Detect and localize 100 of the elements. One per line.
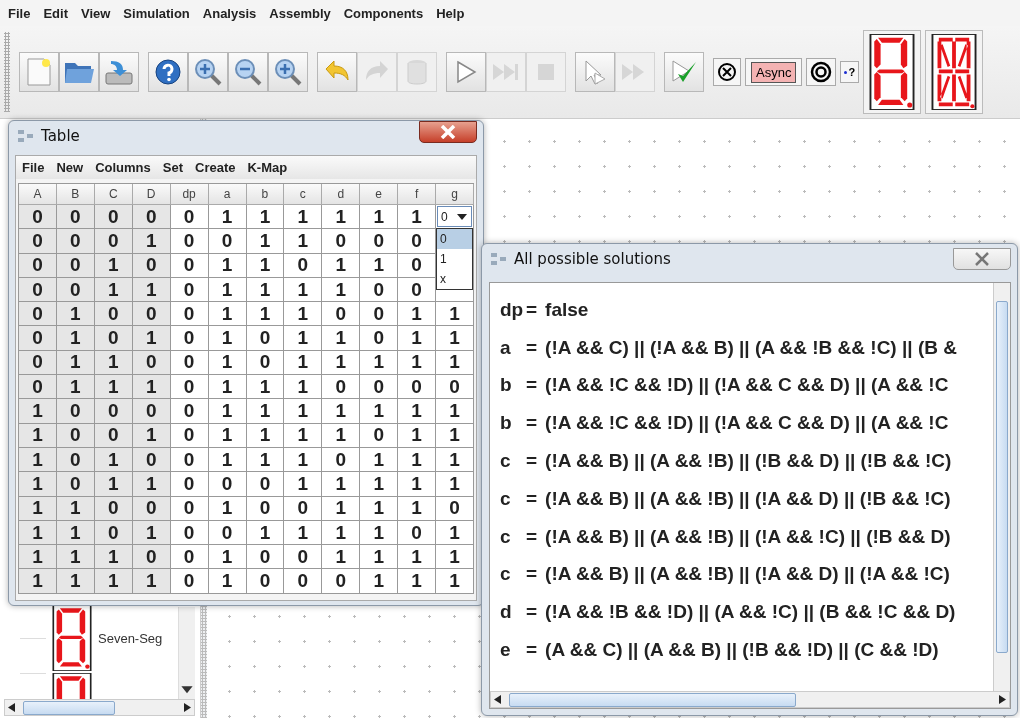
table-cell[interactable]: 0 (19, 205, 57, 230)
reset-button[interactable] (713, 58, 741, 86)
table-cell[interactable]: 0 (170, 545, 209, 570)
column-header[interactable]: D (132, 184, 171, 205)
menu-item[interactable]: File (8, 5, 31, 21)
table-cell[interactable]: 1 (322, 205, 361, 230)
table-cell[interactable]: 0 (436, 496, 474, 521)
table-cell[interactable]: 0 (284, 253, 323, 278)
menu-item[interactable]: File (22, 160, 45, 175)
table-cell[interactable]: 1 (19, 496, 57, 521)
table-cell[interactable]: 0 (170, 447, 209, 473)
value-dropdown[interactable]: 0 (437, 206, 472, 228)
table-cell[interactable]: 1 (322, 277, 361, 303)
table-cell[interactable]: 1 (94, 375, 133, 400)
table-cell[interactable]: 1 (56, 569, 95, 594)
table-cell[interactable]: 0 (322, 302, 361, 327)
table-cell[interactable]: 1 (132, 229, 171, 254)
table-cell[interactable]: 0 (132, 205, 171, 230)
table-cell[interactable]: 1 (436, 302, 474, 327)
table-cell[interactable]: 0 (170, 472, 209, 497)
tree-item[interactable]: Seven-Seg (98, 630, 163, 646)
column-header[interactable]: f (398, 184, 437, 205)
table-cell[interactable]: 1 (246, 253, 285, 278)
table-cell[interactable]: 0 (246, 496, 285, 521)
table-cell[interactable]: 1 (398, 350, 437, 376)
table-cell[interactable]: 0 (246, 569, 285, 594)
table-cell[interactable]: 0 (246, 472, 285, 497)
table-cell[interactable]: 0 (19, 326, 57, 351)
table-cell[interactable]: 1 (246, 447, 285, 473)
table-cell[interactable]: 0 (94, 229, 133, 254)
table-cell[interactable]: 1 (284, 375, 323, 400)
table-cell[interactable]: 1 (284, 399, 323, 424)
table-cell[interactable]: 1 (360, 399, 399, 424)
vertical-scrollbar[interactable] (178, 607, 195, 700)
close-button[interactable] (419, 121, 477, 143)
table-cell[interactable]: 1 (56, 545, 95, 570)
table-cell[interactable]: 1 (208, 326, 247, 351)
table-cell[interactable]: 1 (56, 326, 95, 351)
column-header[interactable]: c (284, 184, 323, 205)
toolbar-button[interactable] (228, 52, 268, 92)
table-cell[interactable]: 0 (19, 375, 57, 400)
table-cell[interactable]: 1 (56, 302, 95, 327)
table-cell[interactable]: 0 (56, 205, 95, 230)
table-cell[interactable]: 0 (170, 229, 209, 254)
table-cell[interactable]: 0 (322, 569, 361, 594)
table-cell[interactable]: 1 (19, 399, 57, 424)
probe-button[interactable]: ? (840, 61, 860, 83)
table-cell[interactable]: 0 (170, 302, 209, 327)
table-cell[interactable]: 1 (360, 472, 399, 497)
table-cell[interactable]: 1 (19, 472, 57, 497)
table-cell[interactable]: 1 (94, 545, 133, 570)
table-cell[interactable]: 1 (132, 326, 171, 351)
table-cell[interactable]: 1 (132, 472, 171, 497)
menu-item[interactable]: Edit (43, 5, 68, 21)
table-cell[interactable]: 1 (436, 472, 474, 497)
table-cell[interactable]: 1 (322, 520, 361, 546)
table-cell[interactable]: 1 (436, 399, 474, 424)
table-cell[interactable]: 1 (19, 423, 57, 448)
table-cell[interactable]: 0 (246, 326, 285, 351)
menu-item[interactable]: View (80, 5, 111, 21)
table-cell[interactable]: 1 (436, 545, 474, 570)
table-cell[interactable]: 1 (436, 350, 474, 376)
close-button[interactable] (953, 248, 1011, 270)
table-cell[interactable]: 0 (360, 423, 399, 448)
table-cell[interactable]: 1 (19, 545, 57, 570)
column-header[interactable]: b (246, 184, 285, 205)
table-cell[interactable]: 1 (246, 399, 285, 424)
table-cell[interactable]: 0 (360, 375, 399, 400)
table-cell[interactable]: 0 (208, 520, 247, 546)
table-cell[interactable]: 1 (436, 520, 474, 546)
menu-item[interactable]: Assembly (269, 5, 331, 21)
table-cell[interactable]: 0 (208, 472, 247, 497)
table-cell[interactable]: 1 (19, 569, 57, 594)
table-cell[interactable]: 1 (322, 350, 361, 376)
table-cell[interactable]: 0 (322, 447, 361, 473)
table-cell[interactable]: 1 (360, 520, 399, 546)
column-header[interactable]: e (360, 184, 399, 205)
table-cell[interactable]: 0 (360, 229, 399, 254)
table-cell[interactable]: 0 (19, 253, 57, 278)
table-cell[interactable]: 0 (398, 229, 437, 254)
table-cell[interactable]: 0 (398, 375, 437, 400)
table-cell[interactable]: 0 (56, 472, 95, 497)
table-cell[interactable]: 0 (246, 545, 285, 570)
table-cell[interactable]: 0 (322, 229, 361, 254)
menu-item[interactable]: K-Map (247, 160, 288, 175)
table-cell[interactable]: 1 (360, 350, 399, 376)
menu-item[interactable]: Set (162, 160, 183, 175)
table-cell[interactable]: 1 (436, 569, 474, 594)
table-cell[interactable]: 1 (208, 253, 247, 278)
toolbar-button[interactable] (59, 52, 99, 92)
column-header[interactable]: g (436, 184, 474, 205)
table-cell[interactable]: 0 (208, 229, 247, 254)
table-cell[interactable]: 1 (398, 423, 437, 448)
column-header[interactable]: a (208, 184, 247, 205)
table-cell[interactable]: 1 (322, 472, 361, 497)
table-cell[interactable]: 0 (360, 326, 399, 351)
target-button[interactable] (806, 58, 837, 86)
table-cell[interactable]: 1 (360, 205, 399, 230)
table-cell[interactable]: 1 (208, 277, 247, 303)
table-cell[interactable]: 1 (94, 569, 133, 594)
